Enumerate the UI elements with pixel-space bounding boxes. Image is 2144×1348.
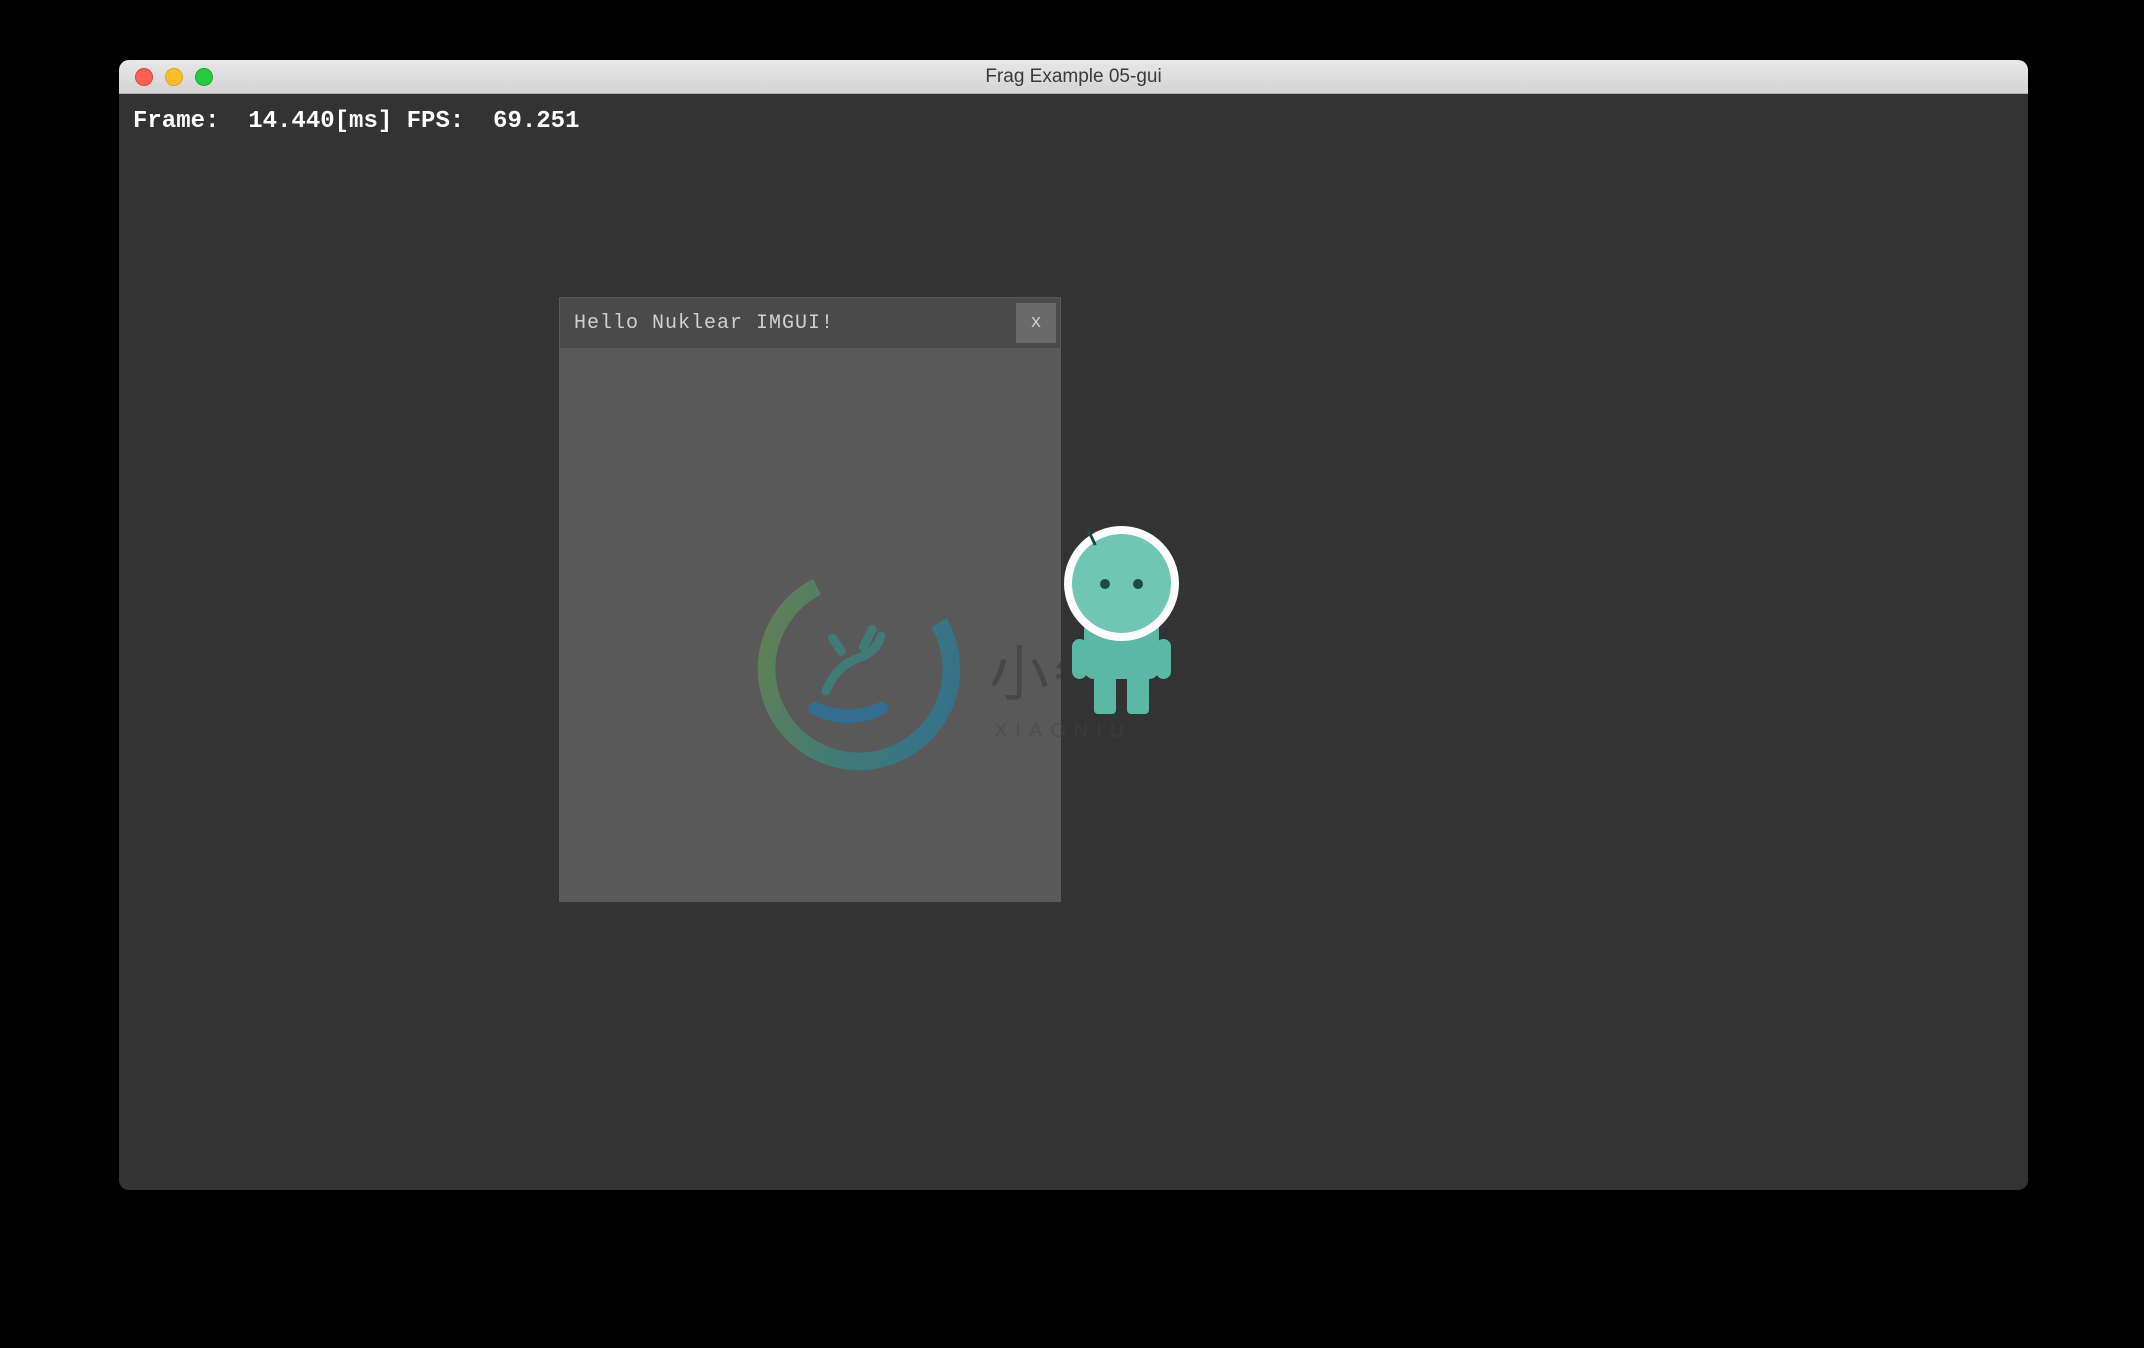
macos-titlebar[interactable]: Frag Example 05-gui xyxy=(119,60,2028,94)
imgui-close-button[interactable]: x xyxy=(1016,303,1056,343)
performance-stats: Frame: 14.440[ms] FPS: 69.251 xyxy=(133,108,579,135)
sprite-eye-right xyxy=(1133,579,1143,589)
maximize-window-button[interactable] xyxy=(195,68,213,86)
character-sprite xyxy=(1054,524,1189,714)
traffic-lights xyxy=(119,68,213,86)
close-icon: x xyxy=(1031,313,1042,333)
sprite-head xyxy=(1064,526,1179,641)
imgui-panel[interactable]: Hello Nuklear IMGUI! x xyxy=(559,297,1061,902)
sprite-leg-right xyxy=(1127,679,1149,714)
window-title: Frag Example 05-gui xyxy=(119,66,2028,88)
app-content-area: Frame: 14.440[ms] FPS: 69.251 Hello Nukl… xyxy=(119,94,2028,1190)
imgui-panel-title: Hello Nuklear IMGUI! xyxy=(574,312,834,335)
sprite-eye-left xyxy=(1100,579,1110,589)
minimize-window-button[interactable] xyxy=(165,68,183,86)
sprite-leg-left xyxy=(1094,679,1116,714)
imgui-panel-titlebar[interactable]: Hello Nuklear IMGUI! x xyxy=(560,298,1060,348)
sprite-antenna xyxy=(1086,528,1096,546)
close-window-button[interactable] xyxy=(135,68,153,86)
app-window: Frag Example 05-gui Frame: 14.440[ms] FP… xyxy=(119,60,2028,1190)
